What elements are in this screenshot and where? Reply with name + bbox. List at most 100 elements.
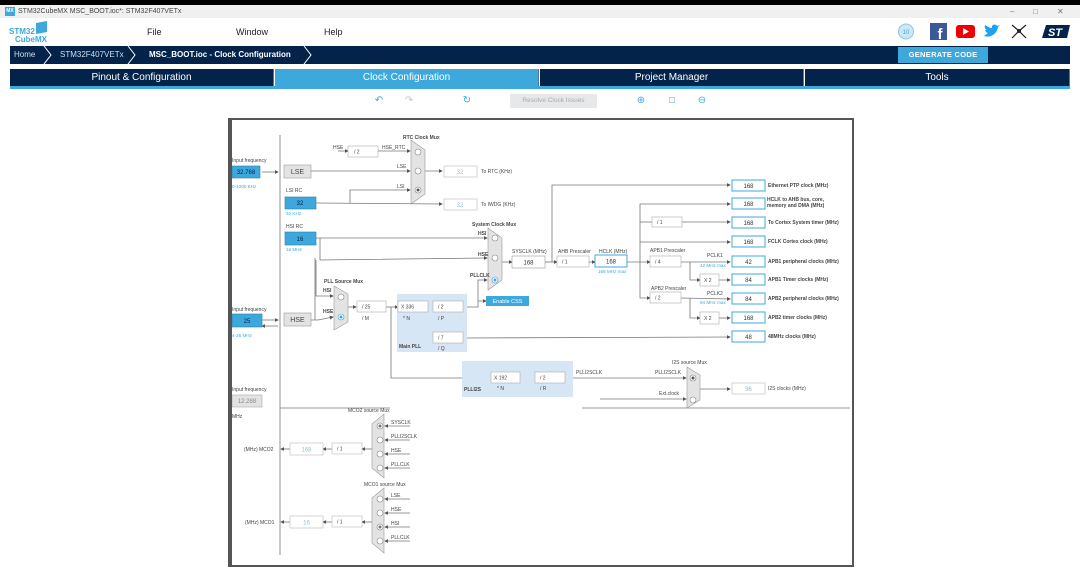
pll-p-label: / P (438, 316, 445, 322)
pllsrc-hsi-label: HSI (323, 288, 332, 294)
tab-clock-configuration[interactable]: Clock Configuration (275, 69, 539, 86)
plli2s-r-value: / 2 (540, 376, 546, 382)
mco1-input-label: HSE (391, 507, 402, 513)
mco1-output-label: (MHz) MCO1 (245, 520, 275, 526)
pll-n-value: X 336 (401, 305, 414, 311)
apb2-prescaler-label: APB2 Prescaler (651, 286, 687, 292)
zoom-out-icon[interactable]: ⊖ (695, 94, 709, 108)
system-clock-mux-title: System Clock Mux (472, 222, 516, 228)
output-value: 168 (743, 316, 754, 322)
mco1-output-value: 16 (303, 521, 310, 527)
pll-m-value: / 25 (362, 305, 371, 311)
output-label: APB1 peripheral clocks (MHz) (768, 259, 839, 265)
enable-css-label: Enable CSS (493, 299, 523, 305)
cortex-timer-divider-value: / 1 (657, 220, 663, 226)
ext-frequency-value: 12.288 (238, 399, 257, 405)
hse-rtc-divider-select[interactable] (347, 145, 379, 158)
hse-rtc-label: HSE_RTC (382, 145, 406, 151)
mco2-input-label: PLLCLK (391, 462, 410, 468)
clock-tree-diagram: Input frequency 32.768 0-1000 KHz LSE LS… (228, 118, 854, 567)
tab-tools[interactable]: Tools (805, 69, 1070, 86)
plli2s-r-label: / R (540, 386, 547, 392)
iwdg-output-value: 32 (457, 203, 464, 209)
pllsrc-radio-hsi[interactable] (337, 293, 345, 301)
menu-help[interactable]: Help (324, 27, 343, 37)
mco1-radio-hse[interactable] (376, 509, 384, 517)
close-icon[interactable]: ✕ (1057, 5, 1064, 18)
clock-toolbar: ↶ ↷ ↻ Resolve Clock Issues ⊕ □ ⊖ (0, 93, 1080, 109)
mco2-radio-pllclk[interactable] (376, 464, 384, 472)
menu-window[interactable]: Window (236, 27, 268, 37)
sysclk-value: 168 (523, 261, 534, 267)
hsi-value: 16 (297, 237, 304, 243)
menu-file[interactable]: File (147, 27, 162, 37)
pll-source-mux-title: PLL Source Mux (324, 279, 363, 285)
plli2s-n-label: * N (497, 386, 504, 392)
facebook-icon[interactable]: f (930, 23, 947, 40)
i2s-radio-ext[interactable] (689, 396, 697, 404)
i2s-output-label: I2S clocks (MHz) (768, 386, 806, 392)
network-icon[interactable] (1010, 23, 1028, 40)
rtc-radio-hse[interactable] (414, 148, 422, 156)
output-value: 42 (745, 260, 752, 266)
mco2-radio-hse[interactable] (376, 450, 384, 458)
rtc-output-label: To RTC (KHz) (481, 169, 512, 175)
refresh-icon[interactable]: ↻ (460, 94, 474, 108)
pclk2-max: 84 MHz max (700, 300, 726, 305)
apb1-timer-multiplier-value: X 2 (704, 278, 712, 284)
breadcrumb-current: MSC_BOOT.ioc - Clock Configuration (149, 50, 291, 59)
anniversary-badge-icon[interactable]: 10 (897, 23, 915, 40)
mco2-output-value: 168 (301, 448, 312, 454)
mco2-mux-title: MCO2 source Mux (348, 408, 390, 414)
main-pll-title: Main PLL (399, 344, 421, 350)
clock-tree-svg: Input frequency 32.768 0-1000 KHz LSE LS… (231, 135, 850, 555)
chevron-right-icon (303, 46, 312, 64)
youtube-icon[interactable] (956, 23, 975, 40)
mco1-divider-value: / 1 (337, 520, 343, 526)
mco2-radio-plli2sclk[interactable] (376, 436, 384, 444)
undo-icon[interactable]: ↶ (372, 94, 386, 108)
mco1-radio-pllclk[interactable] (376, 537, 384, 545)
pll-q-label: / Q (438, 346, 445, 352)
window-title: STM32CubeMX MSC_BOOT.ioc*: STM32F407VETx (18, 8, 182, 15)
mco1-input-label: LSE (391, 493, 401, 499)
minimize-icon[interactable]: – (1010, 5, 1014, 18)
redo-icon[interactable]: ↷ (402, 94, 416, 108)
tab-pinout-configuration[interactable]: Pinout & Configuration (10, 69, 274, 86)
ahb-prescaler-label: AHB Prescaler (558, 249, 591, 255)
sysclk-radio-hsi[interactable] (491, 234, 499, 242)
mco2-output-label: (MHz) MCO2 (244, 447, 274, 453)
output-label: 48MHz clocks (MHz) (768, 334, 816, 340)
lse-frequency-value: 32.768 (237, 170, 256, 176)
breadcrumb-mcu[interactable]: STM32F407VETx (60, 46, 124, 64)
svg-text:ST: ST (1048, 27, 1063, 39)
sysmux-hsi-label: HSI (478, 231, 487, 237)
st-logo-icon[interactable]: ST (1040, 23, 1070, 40)
hse-block-label: HSE (290, 317, 305, 324)
zoom-in-icon[interactable]: ⊕ (634, 94, 648, 108)
lse-block-label: LSE (291, 169, 305, 176)
pll-n-label: * N (403, 316, 410, 322)
output-value: 168 (743, 240, 754, 246)
breadcrumb-home[interactable]: Home (14, 46, 35, 64)
mco2-divider-value: / 1 (337, 447, 343, 453)
hse-input-label: Input frequency (232, 307, 267, 313)
rtc-radio-lse[interactable] (414, 167, 422, 175)
hclk-label: HCLK (MHz) (599, 249, 628, 255)
generate-code-button[interactable]: GENERATE CODE (898, 47, 988, 63)
resolve-clock-issues-button[interactable]: Resolve Clock Issues (510, 94, 597, 108)
output-value: 168 (743, 184, 754, 190)
restore-icon[interactable]: □ (1033, 5, 1038, 18)
output-label: FCLK Cortex clock (MHz) (768, 239, 828, 245)
main-tabs: Pinout & Configuration Clock Configurati… (10, 69, 1070, 89)
sysclk-radio-hse[interactable] (491, 254, 499, 262)
i2s-mux-title: I2S source Mux (672, 360, 707, 366)
apb2-prescaler-value: / 2 (655, 296, 661, 302)
title-bar: MX STM32CubeMX MSC_BOOT.ioc*: STM32F407V… (0, 5, 1080, 18)
twitter-icon[interactable] (983, 23, 1001, 40)
apb1-prescaler-label: APB1 Prescaler (650, 248, 686, 254)
clock-outputs: 168 Ethernet PTP clock (MHz) 168 HCLK to … (731, 179, 839, 343)
fit-icon[interactable]: □ (665, 94, 679, 108)
mco1-radio-lse[interactable] (376, 495, 384, 503)
tab-project-manager[interactable]: Project Manager (540, 69, 804, 86)
